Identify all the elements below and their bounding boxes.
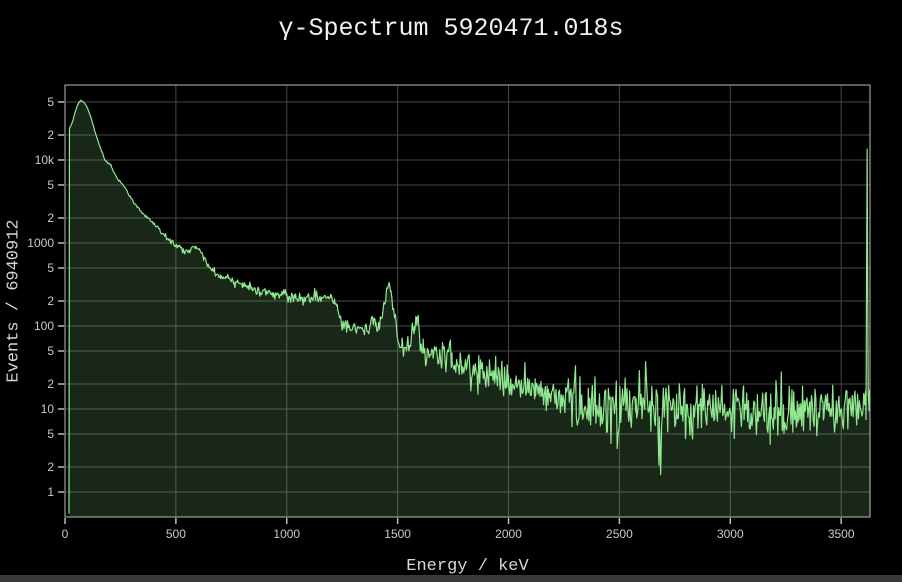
y-tick-label: 2 [47, 377, 54, 391]
chart-title: γ-Spectrum 5920471.018s [0, 14, 902, 43]
y-tick-label: 10k [35, 153, 55, 167]
x-tick-label: 3500 [828, 527, 855, 541]
y-tick-label: 1000 [27, 236, 54, 250]
x-tick-label: 3000 [717, 527, 744, 541]
spectrum-plot-area[interactable]: 1 2 5 10 2 5 100 2 5 1000 2 5 10k 2 5 0 500 1000 1500 2000 2… [0, 0, 902, 582]
y-tick-label: 1 [47, 485, 54, 499]
y-tick-label: 5 [47, 344, 54, 358]
y-tick-label: 5 [47, 178, 54, 192]
x-tick-label: 2000 [495, 527, 522, 541]
y-tick-label: 2 [47, 211, 54, 225]
gamma-spectrum-chart: 1 2 5 10 2 5 100 2 5 1000 2 5 10k 2 5 0 500 1000 1500 2000 2… [0, 0, 902, 582]
y-tick-label: 2 [47, 294, 54, 308]
y-tick-label: 2 [47, 128, 54, 142]
y-tick-label: 5 [47, 427, 54, 441]
y-tick-label: 5 [47, 261, 54, 275]
x-tick-label: 500 [166, 527, 186, 541]
horizontal-scrollbar[interactable] [0, 575, 902, 582]
x-tick-label: 1000 [273, 527, 300, 541]
x-tick-label: 1500 [384, 527, 411, 541]
spectrum-fill [69, 100, 870, 517]
y-tick-label: 10 [41, 402, 55, 416]
y-tick-label: 100 [34, 319, 54, 333]
x-tick-label: 2500 [606, 527, 633, 541]
y-tick-label: 2 [47, 460, 54, 474]
y-axis-label: Events / 6940912 [5, 219, 24, 382]
y-tick-label: 5 [47, 95, 54, 109]
x-tick-label: 0 [62, 527, 69, 541]
x-axis-label: Energy / keV [65, 557, 870, 576]
